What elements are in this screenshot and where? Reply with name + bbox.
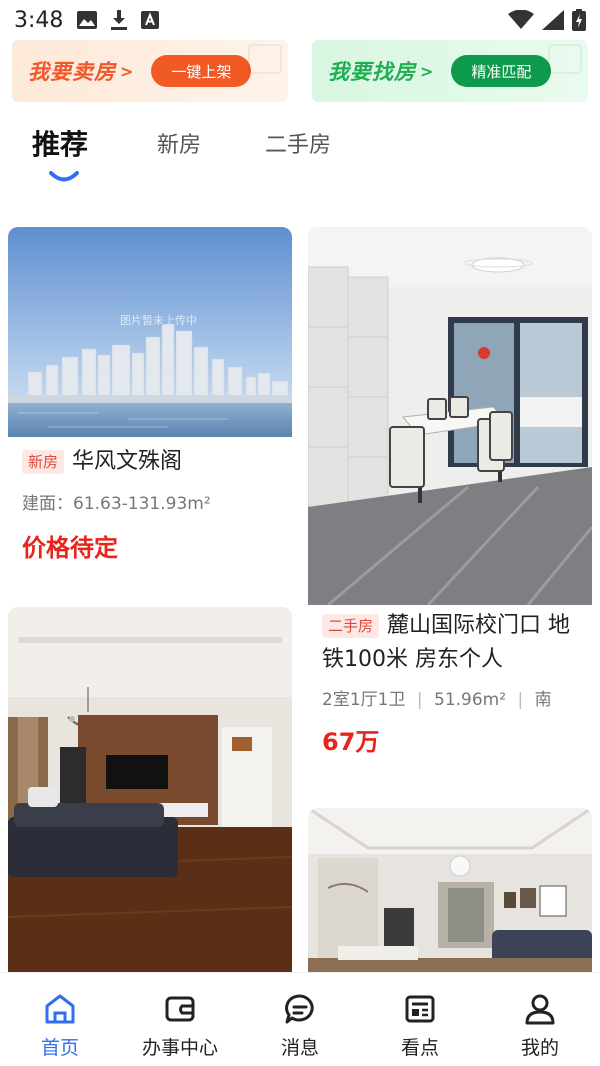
- status-icons-right: [508, 9, 586, 31]
- nav-highlights[interactable]: 看点: [360, 973, 480, 1066]
- image-icon: [77, 11, 98, 29]
- listing-price: 67万: [322, 728, 380, 756]
- nav-home-label: 首页: [40, 1037, 79, 1059]
- meta-divider: |: [517, 690, 524, 710]
- listing-image: [8, 227, 292, 437]
- listing-info: 新房 华风文殊阁 建面：61.63-131.93m² 价格待定: [8, 437, 292, 567]
- listing-area: 51.96m²: [434, 690, 507, 710]
- tab-recommended[interactable]: 推荐: [32, 118, 88, 168]
- listing-card-second-hand[interactable]: 二手房 麓山国际校门口 地铁100米 房东个人 2室1厅1卫 | 51.96m² …: [308, 227, 592, 767]
- news-icon: [405, 995, 435, 1023]
- cell-signal-icon: [542, 10, 564, 30]
- listing-card-new-house[interactable]: 图片暂未上传中 新房 华风文殊阁 建面：61.63-131.93m² 价格待定: [8, 227, 292, 567]
- tab-new-house[interactable]: 新房: [157, 118, 201, 168]
- listing-layout: 2室1厅1卫: [322, 690, 406, 710]
- listing-info: 二手房 麓山国际校门口 地铁100米 房东个人 2室1厅1卫 | 51.96m² …: [308, 605, 592, 767]
- chevron-right-icon: >: [420, 61, 434, 81]
- listing-title-row: 新房 华风文殊阁: [22, 445, 278, 479]
- nav-service-center[interactable]: 办事中心: [120, 973, 240, 1066]
- nav-messages[interactable]: 消息: [240, 973, 360, 1066]
- status-bar: 3:48: [0, 0, 600, 40]
- cart-decoration-icon: [548, 44, 582, 74]
- nav-profile-label: 我的: [520, 1037, 559, 1059]
- image-watermark: 图片暂未上传中: [120, 314, 197, 327]
- meta-divider: |: [416, 690, 423, 710]
- listing-image: [308, 808, 592, 972]
- wallet-icon: [165, 996, 195, 1022]
- download-icon: [111, 10, 128, 30]
- listing-card-living-room-2[interactable]: [308, 808, 592, 972]
- bottom-navigation: 首页 办事中心 消息 看点 我的: [0, 972, 600, 1066]
- listing-area: 建面：61.63-131.93m²: [22, 494, 211, 514]
- tab-active-indicator: [49, 171, 79, 182]
- listing-orientation: 南: [534, 690, 552, 710]
- listing-image: [8, 607, 292, 972]
- listing-title: 华风文殊阁: [72, 449, 183, 474]
- listing-price: 价格待定: [22, 534, 118, 562]
- category-tabs: 推荐 新房 二手房: [0, 118, 600, 188]
- home-icon: [45, 994, 75, 1024]
- nav-service-center-label: 办事中心: [141, 1037, 218, 1059]
- chat-icon: [285, 994, 314, 1024]
- tag-new-house: 新房: [22, 450, 65, 474]
- cart-decoration-icon: [248, 44, 282, 74]
- listing-image: [308, 227, 592, 605]
- find-house-banner[interactable]: 我要找房 > 精准匹配: [312, 40, 588, 102]
- status-icons-left: [77, 10, 160, 30]
- tag-second-hand: 二手房: [322, 614, 380, 638]
- precise-match-button[interactable]: 精准匹配: [451, 55, 552, 87]
- listing-card-living-room[interactable]: [8, 607, 292, 972]
- sell-house-title: 我要卖房: [28, 60, 116, 84]
- nav-home[interactable]: 首页: [0, 973, 120, 1066]
- chevron-right-icon: >: [120, 61, 134, 81]
- quick-list-button[interactable]: 一键上架: [151, 55, 252, 87]
- find-house-title: 我要找房: [328, 60, 416, 84]
- listing-specs: 2室1厅1卫 | 51.96m² | 南: [322, 685, 578, 710]
- nav-profile[interactable]: 我的: [480, 973, 600, 1066]
- sell-house-banner[interactable]: 我要卖房 > 一键上架: [12, 40, 288, 102]
- a-box-icon: [141, 11, 160, 29]
- user-icon: [525, 994, 555, 1025]
- tab-second-hand[interactable]: 二手房: [265, 118, 331, 168]
- status-time: 3:48: [14, 7, 64, 33]
- nav-highlights-label: 看点: [400, 1037, 439, 1059]
- wifi-icon: [508, 10, 534, 29]
- nav-messages-label: 消息: [280, 1037, 319, 1059]
- listing-title-row: 二手房 麓山国际校门口 地铁100米 房东个人: [322, 609, 578, 677]
- battery-charging-icon: [572, 9, 586, 31]
